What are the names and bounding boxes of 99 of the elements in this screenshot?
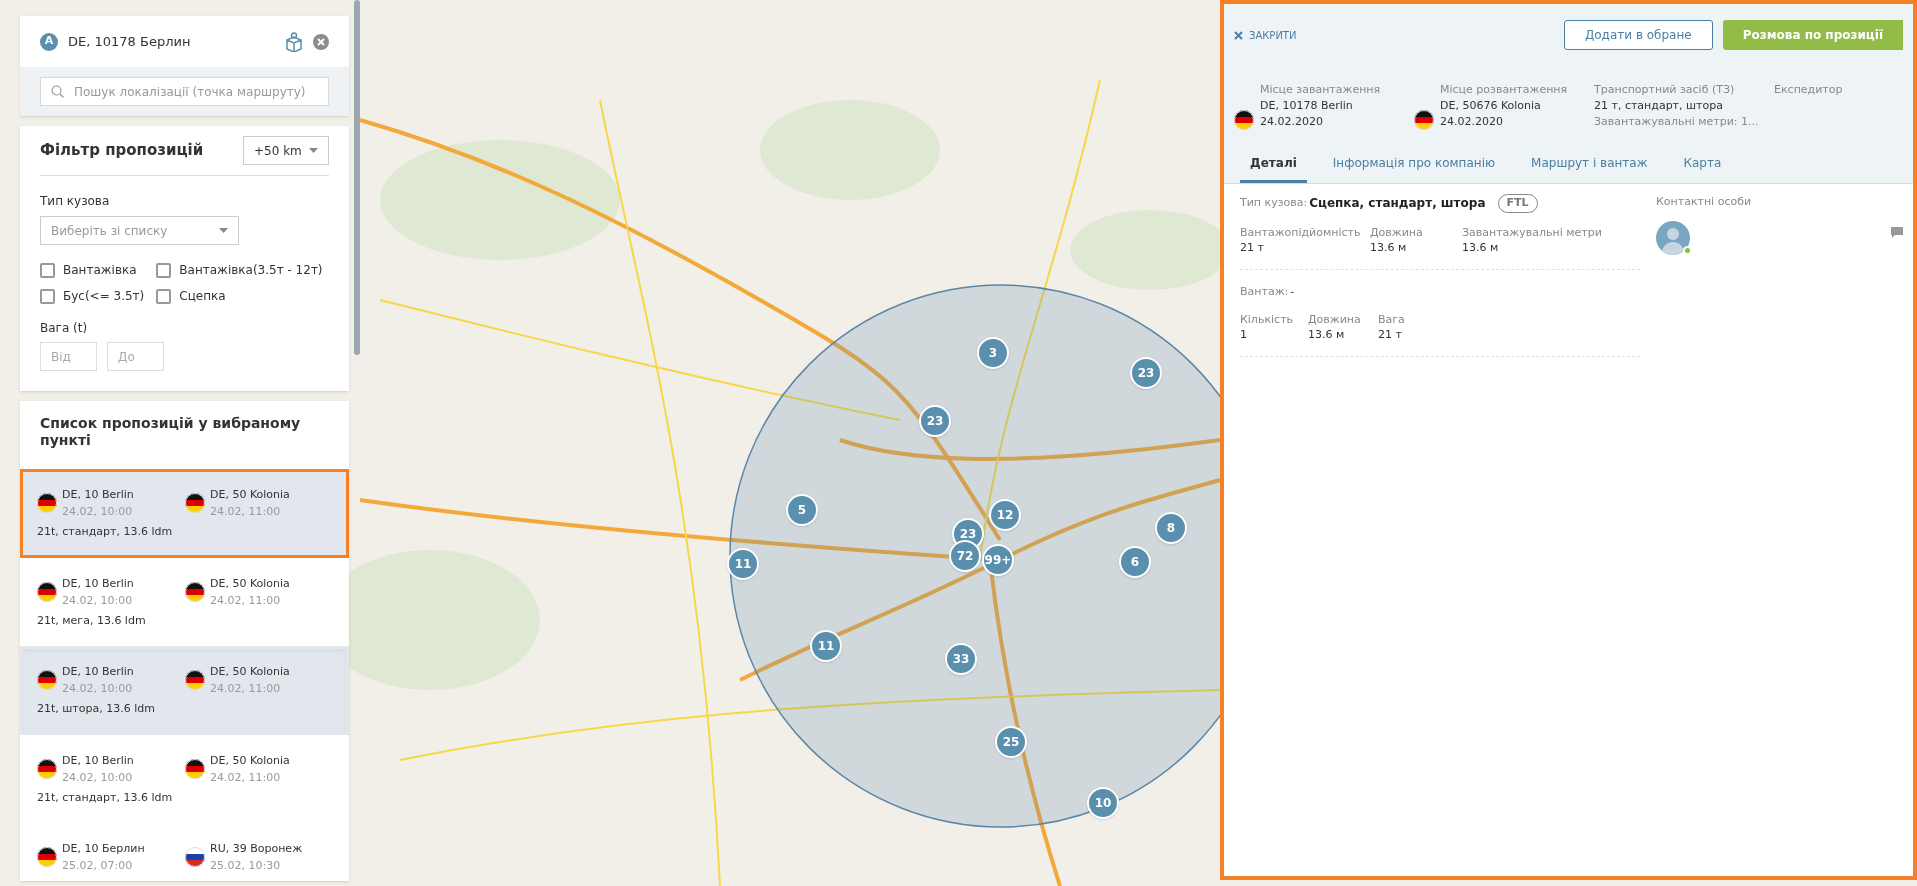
close-icon: [1234, 30, 1243, 40]
weight-input[interactable]: Від: [40, 342, 97, 371]
checkbox[interactable]: Вантажівка: [40, 261, 145, 279]
filter-title: Фільтр пропозицій: [40, 140, 204, 162]
field-label: Тип кузова:: [1240, 195, 1308, 211]
offer-item[interactable]: DE, 10 Берлин 25.02, 07:00 RU, 39 Воронеж 25.02, 10:30: [20, 823, 349, 881]
scrollbar[interactable]: [354, 0, 360, 355]
stat-value: 13.6 м: [1462, 239, 1500, 255]
package-icon[interactable]: [285, 31, 303, 52]
flag-icon: [185, 758, 205, 779]
place-name: DE, 10 Berlin: [62, 575, 134, 592]
date-time: 24.02, 10:00: [62, 769, 134, 786]
flag-icon: [185, 847, 205, 867]
place-name: DE, 50 Kolonia: [210, 664, 290, 680]
tab[interactable]: Інформація про компанію: [1322, 154, 1506, 183]
stat-value: 13.6 м: [1308, 327, 1346, 342]
caret-icon: [219, 228, 228, 233]
chat-button[interactable]: Розмова по прозиції: [1722, 20, 1903, 50]
favorite-button[interactable]: Додати в обране: [1563, 20, 1713, 50]
place-name: RU, 39 Воронеж: [210, 841, 303, 857]
date-time: 24.02, 11:00: [210, 592, 282, 609]
flag-icon: [185, 581, 205, 602]
info-value: 24.02.2020: [1260, 114, 1324, 130]
field-label: Тип кузова: [40, 193, 110, 210]
field-value: -: [1290, 283, 1295, 300]
info-label: Місце завантаження: [1260, 82, 1381, 98]
offer-item[interactable]: DE, 10 Berlin 24.02, 10:00 DE, 50 Kolonia 24.02, 11:00 21t, стандарт, 13.6 ldm: [20, 734, 349, 823]
flag-icon: [37, 758, 57, 779]
place-name: DE, 10 Берлин: [62, 841, 145, 857]
offer-summary: 21t, штора, 13.6 ldm: [37, 701, 156, 717]
stat-label: Вага: [1378, 312, 1406, 327]
location-label: DE, 10178 Берлин: [68, 32, 192, 51]
date-time: 24.02, 10:00: [62, 681, 134, 697]
flag-icon: [37, 847, 57, 867]
date-time: 25.02, 07:00: [62, 858, 134, 874]
radius-dropdown[interactable]: +50 km: [243, 136, 329, 165]
flag-icon: [1234, 110, 1254, 130]
avatar-icon[interactable]: [1656, 220, 1690, 255]
stat-value: 13.6 м: [1370, 239, 1408, 255]
stat-value: 1: [1240, 327, 1248, 342]
date-time: 24.02, 11:00: [210, 769, 282, 786]
place-name: DE, 50 Kolonia: [210, 752, 290, 769]
offer-item[interactable]: DE, 10 Berlin 24.02, 10:00 DE, 50 Kolonia 24.02, 11:00 21t, штора, 13.6 ldm: [20, 646, 349, 735]
info-value: 24.02.2020: [1440, 114, 1504, 130]
field-label: Вага (t): [40, 320, 88, 337]
place-name: DE, 50 Kolonia: [210, 487, 290, 503]
info-value: DE, 50676 Kolonia: [1440, 98, 1542, 114]
location-badge: A: [40, 32, 58, 51]
info-label: Експедитор: [1774, 82, 1843, 98]
date-time: 24.02, 10:00: [62, 592, 134, 609]
tab[interactable]: Карта: [1673, 154, 1732, 183]
field-label: Вантаж:: [1240, 283, 1289, 300]
checkbox[interactable]: Сцепка: [156, 287, 323, 305]
body-type-dropdown[interactable]: Виберіть зі списку: [40, 216, 239, 245]
checkbox[interactable]: Вантажівка(3.5т - 12т): [156, 261, 323, 279]
stat-value: 21 т: [1240, 239, 1265, 255]
date-time: 24.02, 11:00: [210, 504, 282, 520]
flag-icon: [37, 670, 57, 690]
checkbox[interactable]: Бус(<= 3.5т): [40, 287, 145, 305]
offer-summary: 21t, стандарт, 13.6 ldm: [37, 789, 174, 806]
flag-icon: [37, 581, 57, 602]
date-time: 25.02, 10:30: [210, 858, 282, 874]
message-icon[interactable]: [1891, 226, 1903, 238]
date-time: 24.02, 10:00: [62, 504, 134, 520]
offer-summary: 21t, стандарт, 13.6 ldm: [37, 524, 174, 540]
field-value: Сцепка, стандарт, штора: [1309, 195, 1486, 213]
info-note: Завантажувальні метри: 1...: [1594, 114, 1759, 130]
stat-label: Вантажопідйомність: [1240, 224, 1362, 240]
info-value: DE, 10178 Berlin: [1260, 98, 1354, 114]
search-field[interactable]: Пошук локалізації (точка маршруту): [40, 77, 329, 106]
search-icon: [51, 85, 64, 98]
info-label: Місце розвантаження: [1440, 82, 1568, 98]
stat-label: Довжина: [1308, 312, 1362, 327]
place-name: DE, 10 Berlin: [62, 752, 134, 769]
close-button[interactable]: ЗАКРИТИ: [1234, 27, 1297, 43]
place-name: DE, 10 Berlin: [62, 664, 134, 680]
offers-title: Список пропозицій у вибраному пункті: [39, 414, 302, 450]
contacts-title: Контактні особи: [1656, 194, 1753, 210]
weight-input[interactable]: До: [107, 342, 164, 371]
place-name: DE, 50 Kolonia: [210, 575, 290, 592]
flag-icon: [1414, 110, 1434, 130]
close-icon[interactable]: [313, 33, 329, 50]
stat-label: Завантажувальні метри: [1462, 224, 1603, 240]
place-name: DE, 10 Berlin: [62, 487, 134, 503]
flag-icon: [37, 493, 57, 513]
stat-label: Довжина: [1370, 224, 1424, 240]
tab[interactable]: Деталі: [1240, 154, 1307, 183]
info-value: 21 т, стандарт, штора: [1594, 98, 1724, 114]
offer-item[interactable]: DE, 10 Berlin 24.02, 10:00 DE, 50 Kolonia 24.02, 11:00 21t, стандарт, 13.6 ldm: [20, 469, 349, 558]
flag-icon: [185, 493, 205, 513]
tab[interactable]: Маршрут і вантаж: [1521, 154, 1658, 183]
info-label: Транспортний засіб (ТЗ): [1594, 82, 1736, 98]
flag-icon: [185, 670, 205, 690]
date-time: 24.02, 11:00: [210, 681, 282, 697]
offer-item[interactable]: DE, 10 Berlin 24.02, 10:00 DE, 50 Kolonia 24.02, 11:00 21t, мега, 13.6 ldm: [20, 557, 349, 646]
stat-label: Кількість: [1240, 312, 1295, 327]
offer-summary: 21t, мега, 13.6 ldm: [37, 612, 147, 629]
caret-icon: [309, 148, 318, 153]
stat-value: 21 т: [1378, 327, 1403, 342]
